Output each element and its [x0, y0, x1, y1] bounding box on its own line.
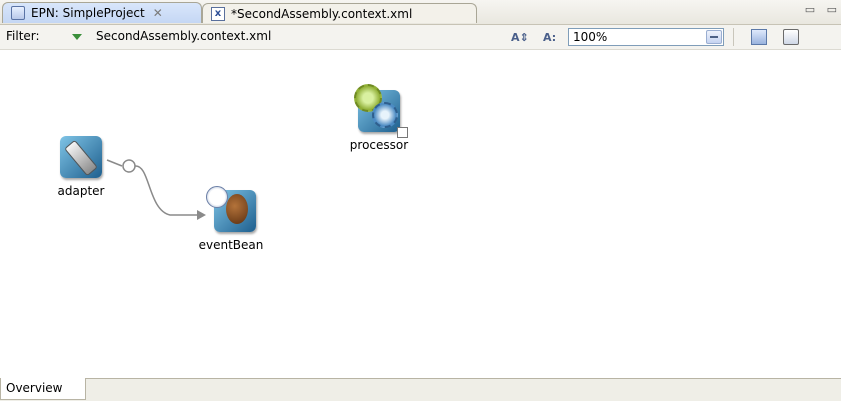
chevron-down-icon[interactable] [706, 30, 722, 44]
connector-port [122, 159, 136, 173]
tab-label: *SecondAssembly.context.xml [231, 6, 413, 21]
node-adapter[interactable]: adapter [48, 136, 114, 198]
event-bean-icon [206, 186, 256, 232]
filter-label: Filter: [6, 29, 40, 43]
adapter-to-eventbean-connector [134, 165, 197, 216]
epn-icon [11, 6, 25, 20]
node-label: adapter [57, 184, 105, 198]
zoom-value: 100% [573, 30, 608, 44]
coffee-bean-icon [226, 194, 248, 224]
editor-tab-bar: EPN: SimpleProject ✕ x *SecondAssembly.c… [0, 0, 841, 25]
connections-layer [106, 159, 206, 220]
close-icon[interactable]: ✕ [153, 6, 163, 20]
epn-diagram-canvas[interactable]: adapter eventBean processor [0, 50, 841, 378]
usb-plug-icon [64, 139, 98, 177]
xml-file-icon: x [211, 6, 225, 21]
node-eventbean[interactable]: eventBean [194, 186, 268, 252]
filter-dropdown-icon[interactable] [72, 34, 82, 40]
rules-badge-icon [397, 127, 408, 138]
tab-epn-simpleproject[interactable]: EPN: SimpleProject ✕ [2, 2, 202, 23]
node-label: eventBean [198, 238, 264, 252]
filter-toolbar: Filter: SecondAssembly.context.xml A⇕ A:… [0, 25, 841, 50]
node-processor[interactable]: processor [342, 84, 416, 152]
clock-icon [206, 186, 228, 208]
tab-overview[interactable]: Overview [0, 378, 86, 400]
filter-value[interactable]: SecondAssembly.context.xml [96, 29, 271, 43]
node-label: processor [349, 138, 409, 152]
zoom-select[interactable]: 100% [568, 28, 724, 46]
toolbar-separator [733, 28, 734, 46]
processor-icon [354, 84, 408, 138]
layout-icon[interactable] [751, 29, 767, 45]
bottom-tab-bar: Overview [0, 378, 841, 401]
auto-layout-icon[interactable]: A⇕ [511, 31, 529, 44]
font-size-icon[interactable]: A: [543, 31, 556, 44]
gear-icon [372, 102, 398, 128]
tab-label: EPN: SimpleProject [31, 6, 145, 20]
print-icon[interactable] [783, 29, 799, 45]
adapter-icon [60, 136, 102, 178]
tab-second-assembly-context[interactable]: x *SecondAssembly.context.xml [202, 3, 477, 23]
minimize-maximize-icon[interactable]: ▭ ▭ [805, 3, 841, 16]
